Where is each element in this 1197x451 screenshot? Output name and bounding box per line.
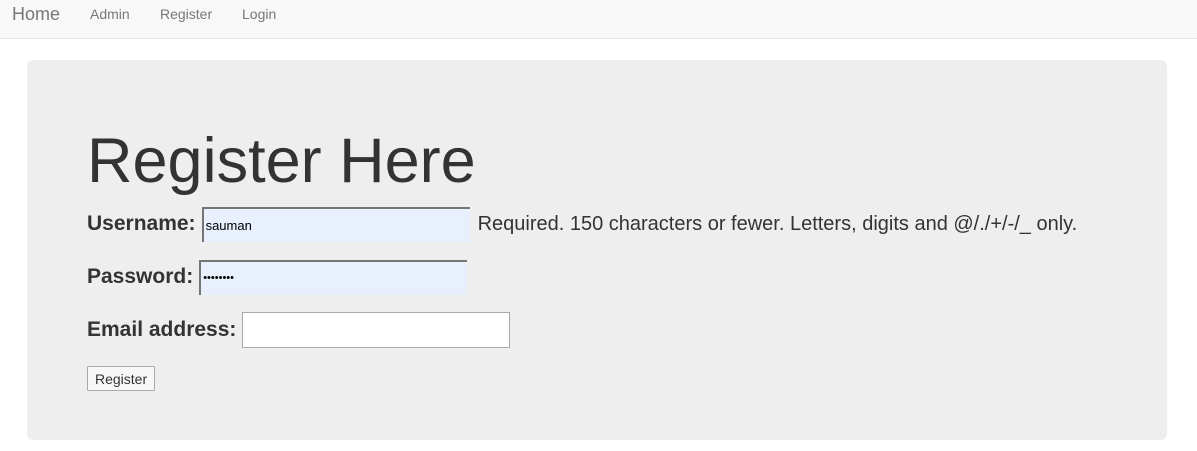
- username-label: Username:: [87, 212, 196, 235]
- register-panel: Register Here Username: Required. 150 ch…: [27, 60, 1167, 440]
- nav-login-link[interactable]: Login: [242, 6, 276, 22]
- nav-home-link[interactable]: Home: [12, 4, 60, 24]
- username-help-text: Required. 150 characters or fewer. Lette…: [477, 212, 1078, 235]
- username-row: Username: Required. 150 characters or fe…: [87, 206, 1077, 242]
- email-input[interactable]: [242, 312, 511, 348]
- password-label: Password:: [87, 265, 194, 288]
- email-row: Email address:: [87, 312, 511, 348]
- nav-admin-link[interactable]: Admin: [90, 6, 130, 22]
- top-navbar: Home Admin Register Login: [0, 0, 1197, 39]
- password-input[interactable]: [199, 259, 468, 295]
- nav-register-link[interactable]: Register: [160, 6, 212, 22]
- username-input[interactable]: [201, 206, 470, 242]
- email-label: Email address:: [87, 318, 237, 341]
- register-button[interactable]: Register: [87, 366, 156, 391]
- password-row: Password:: [87, 259, 468, 295]
- page-title: Register Here: [87, 126, 476, 196]
